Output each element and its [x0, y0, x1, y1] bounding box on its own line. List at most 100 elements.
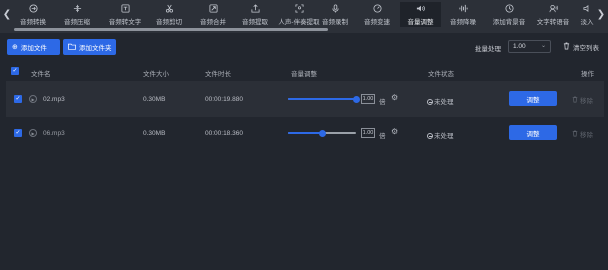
tool-label: 音频压缩	[64, 19, 90, 26]
batch-process-label: 批量处理	[475, 46, 501, 53]
volume-slider-fill	[288, 132, 322, 134]
adjust-button[interactable]: 调整	[509, 91, 557, 106]
background-music-icon	[504, 3, 514, 13]
fade-in-icon	[582, 3, 592, 13]
vocal-separate-icon	[294, 3, 304, 13]
add-file-label: 添加文件	[20, 45, 47, 52]
volume-unit: 倍	[379, 99, 386, 106]
tool-volume-adjust[interactable]: 音量调整	[400, 2, 441, 27]
column-header-size: 文件大小	[143, 71, 169, 78]
minus-circle-icon	[427, 99, 433, 105]
tool-audio-merge[interactable]: 音频合并	[194, 2, 232, 27]
scroll-right-arrow-icon[interactable]: ❯	[594, 0, 608, 28]
add-folder-label: 添加文件夹	[79, 45, 112, 52]
compress-icon	[72, 3, 82, 13]
tool-label: 人声-伴奏提取	[278, 19, 320, 26]
file-status: 未处理	[434, 133, 454, 140]
column-header-action: 操作	[581, 71, 594, 78]
gear-icon[interactable]: ⚙	[391, 127, 398, 136]
toolbar-scrollbar[interactable]	[14, 28, 328, 31]
file-name: 02.mp3	[43, 96, 65, 103]
folder-icon	[68, 43, 76, 52]
volume-value-input[interactable]: 1.00	[361, 94, 375, 104]
tool-label: 音频转文字	[108, 19, 142, 26]
column-header-name: 文件名	[31, 71, 51, 78]
play-icon[interactable]: ▶	[29, 129, 37, 137]
tool-label: 音频录制	[322, 19, 348, 26]
status-text-wrap: 未处理	[427, 96, 454, 106]
add-folder-button[interactable]: 添加文件夹	[63, 39, 116, 55]
remove-button[interactable]: 移除	[572, 129, 593, 139]
speech-to-text-icon	[120, 3, 130, 13]
remove-button[interactable]: 移除	[572, 95, 593, 105]
tool-audio-cut[interactable]: 音频剪切	[150, 2, 188, 27]
extract-icon	[250, 3, 260, 13]
text-to-speech-icon	[548, 3, 558, 13]
tool-label: 音频降噪	[450, 19, 476, 26]
file-size: 0.30MB	[143, 96, 166, 103]
adjust-button[interactable]: 调整	[509, 125, 557, 140]
plus-circle-icon: ⊕	[12, 44, 18, 51]
scroll-left-arrow-icon[interactable]: ❮	[0, 0, 14, 28]
tool-audio-record[interactable]: 音频录制	[316, 2, 354, 27]
file-name: 06.mp3	[43, 130, 65, 137]
tool-text-to-speech[interactable]: 文字转语音	[531, 2, 575, 27]
tool-label: 音频提取	[242, 19, 268, 26]
play-icon[interactable]: ▶	[29, 95, 37, 103]
convert-icon	[28, 3, 38, 13]
gear-icon[interactable]: ⚙	[391, 93, 398, 102]
trash-icon	[572, 130, 578, 139]
merge-icon	[208, 3, 218, 13]
tool-label: 淡入	[580, 19, 594, 26]
speed-icon	[372, 3, 382, 13]
trash-icon	[563, 42, 570, 52]
tool-audio-extract[interactable]: 音频提取	[236, 2, 274, 27]
volume-unit: 倍	[379, 133, 386, 140]
volume-slider-handle[interactable]	[318, 130, 326, 137]
volume-icon	[416, 3, 426, 13]
table-row: ✓ ▶ 06.mp3 0.30MB 00:00:18.360 1.00 倍 ⚙ …	[6, 117, 604, 153]
tool-audio-denoise[interactable]: 音频降噪	[444, 2, 482, 27]
remove-label: 移除	[580, 98, 593, 105]
batch-volume-select[interactable]: 1.00 ⌄	[508, 40, 551, 53]
tool-label: 音量调整	[407, 19, 434, 26]
row-checkbox[interactable]: ✓	[14, 95, 22, 103]
table-row: ✓ ▶ 02.mp3 0.30MB 00:00:19.880 1.00 倍 ⚙ …	[6, 81, 604, 117]
row-checkbox[interactable]: ✓	[14, 129, 22, 137]
table-header: ✓ 文件名 文件大小 文件时长 音量调整 文件状态 操作	[0, 63, 608, 79]
denoise-icon	[458, 3, 468, 13]
select-all-checkbox[interactable]: ✓	[11, 67, 19, 75]
tool-audio-speed[interactable]: 音频变速	[358, 2, 396, 27]
tool-label: 音频剪切	[156, 19, 182, 26]
tool-label: 添加背景音	[492, 19, 526, 26]
tool-add-background-music[interactable]: 添加背景音	[487, 2, 531, 27]
volume-value-input[interactable]: 1.00	[361, 128, 375, 138]
scissors-icon	[164, 3, 174, 13]
clear-list-button[interactable]: 清空列表	[563, 42, 599, 52]
chevron-down-icon: ⌄	[540, 43, 546, 49]
minus-circle-icon	[427, 133, 433, 139]
batch-volume-value: 1.00	[513, 43, 526, 50]
volume-slider-handle[interactable]	[352, 96, 360, 103]
volume-slider-fill	[288, 98, 356, 100]
remove-label: 移除	[580, 132, 593, 139]
column-header-volume: 音量调整	[291, 71, 317, 78]
tool-label: 音频变速	[364, 19, 390, 26]
top-toolbar: ❮ 音频转换 音频压缩 音频转文字 音频剪切 音频合并 音频提取 人声-伴奏提取…	[0, 0, 608, 33]
tool-audio-convert[interactable]: 音频转换	[14, 2, 52, 27]
tool-audio-compress[interactable]: 音频压缩	[58, 2, 96, 27]
trash-icon	[572, 96, 578, 105]
file-duration: 00:00:18.360	[205, 130, 243, 137]
tool-label: 音频转换	[20, 19, 46, 26]
column-header-duration: 文件时长	[205, 71, 231, 78]
tool-label: 文字转语音	[536, 19, 570, 26]
clear-list-label: 清空列表	[573, 45, 599, 52]
tool-audio-to-text[interactable]: 音频转文字	[103, 2, 147, 27]
file-duration: 00:00:19.880	[205, 96, 243, 103]
tool-label: 音频合并	[200, 19, 226, 26]
status-text-wrap: 未处理	[427, 130, 454, 140]
column-header-status: 文件状态	[428, 71, 454, 78]
microphone-icon	[330, 3, 340, 13]
add-file-button[interactable]: ⊕ 添加文件	[7, 39, 60, 55]
file-status: 未处理	[434, 99, 454, 106]
